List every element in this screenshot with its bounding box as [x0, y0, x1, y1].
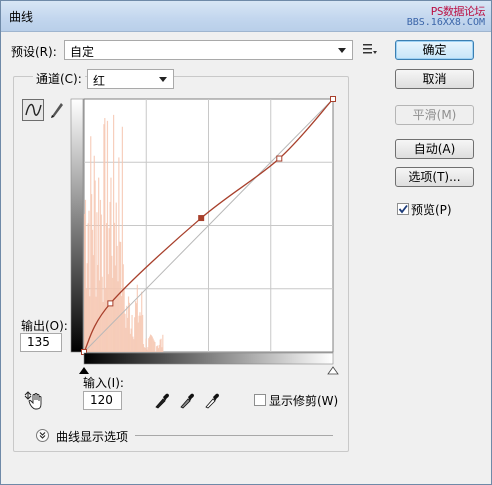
chevron-down-icon: [338, 48, 346, 53]
white-point-slider[interactable]: [327, 366, 339, 375]
options-button[interactable]: 选项(T)...: [395, 167, 474, 187]
preset-label: 预设(R):: [11, 45, 57, 59]
input-label: 输入(I):: [83, 376, 124, 390]
channel-value: 红: [93, 74, 106, 88]
auto-button[interactable]: 自动(A): [395, 139, 474, 159]
output-label: 输出(O):: [21, 319, 68, 333]
options-divider: [135, 435, 333, 436]
cancel-button[interactable]: 取消: [395, 69, 474, 89]
output-gradient-bar: [70, 98, 84, 353]
watermark-url: BBS.16XX8.COM: [406, 17, 485, 28]
output-field[interactable]: 135: [20, 333, 62, 352]
curve-tool-icon: [25, 103, 42, 116]
control-point[interactable]: [107, 300, 114, 307]
input-field[interactable]: 120: [83, 391, 122, 410]
histogram-bar: [162, 334, 164, 352]
curves-dialog: 曲线 PS数据论坛 BBS.16XX8.COM 预设(R): 自定 确定 取消 …: [0, 0, 492, 485]
title-bar[interactable]: 曲线 PS数据论坛 BBS.16XX8.COM: [1, 1, 491, 32]
curve-graph[interactable]: [63, 93, 353, 383]
preset-dropdown[interactable]: 自定: [64, 40, 353, 60]
target-adjust-icon[interactable]: [24, 391, 46, 411]
chevron-double-down-icon: [39, 432, 46, 439]
ok-button[interactable]: 确定: [395, 40, 474, 60]
preset-value: 自定: [70, 45, 95, 59]
preset-options-icon[interactable]: [363, 43, 377, 55]
preview-checkbox[interactable]: [397, 203, 409, 215]
checkmark-icon: [398, 204, 408, 214]
eyedropper-black-icon[interactable]: [154, 392, 170, 409]
expand-options-button[interactable]: [36, 429, 49, 442]
chevron-down-icon: [159, 77, 167, 82]
show-clipping-checkbox[interactable]: [254, 394, 266, 406]
curve-display-options-label: 曲线显示选项: [56, 430, 129, 444]
show-clipping-label: 显示修剪(W): [269, 394, 339, 408]
smooth-button[interactable]: 平滑(M): [395, 105, 474, 125]
window-title: 曲线: [9, 10, 34, 24]
eyedropper-white-icon[interactable]: [204, 392, 220, 409]
channel-label: 通道(C):: [33, 70, 85, 87]
channel-dropdown[interactable]: 红: [87, 69, 174, 89]
black-point-slider[interactable]: [79, 367, 89, 374]
selected-control-point[interactable]: [198, 215, 205, 222]
preview-label: 预览(P): [411, 203, 452, 217]
control-point[interactable]: [330, 96, 336, 102]
input-gradient-bar: [83, 352, 334, 365]
curve-tool-button[interactable]: [22, 99, 44, 121]
eyedropper-gray-icon[interactable]: [179, 392, 195, 409]
histogram-bar: [154, 342, 156, 352]
control-point[interactable]: [276, 155, 283, 162]
